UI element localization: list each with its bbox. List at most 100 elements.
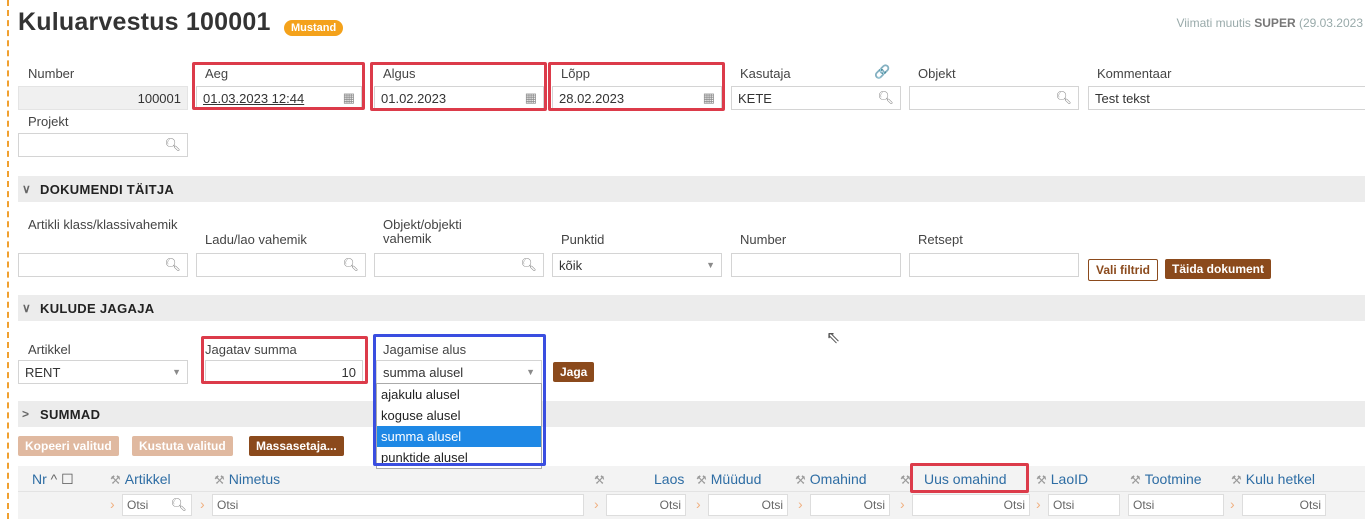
number-field: 100001 — [18, 86, 188, 110]
filter-kulu-hetkel[interactable]: Otsi — [1242, 494, 1326, 516]
filter-muudud[interactable]: Otsi — [708, 494, 788, 516]
filter-laoid[interactable]: Otsi — [1048, 494, 1120, 516]
wrench-icon: ⚒ — [1231, 473, 1242, 487]
section-title: DOKUMENDI TÄITJA — [40, 181, 175, 197]
wrench-icon: ⚒ — [696, 473, 707, 487]
wrench-icon: ⚒ — [110, 473, 121, 487]
col-laos[interactable]: Laos — [654, 471, 684, 487]
filter-artikkel[interactable]: Otsi 🔍︎ — [122, 494, 192, 516]
number-filter-label: Number — [740, 232, 787, 247]
kopeeri-valitud-button[interactable]: Kopeeri valitud — [18, 436, 119, 456]
wrench-icon: ⚒ — [214, 473, 225, 487]
taida-dokument-button[interactable]: Täida dokument — [1165, 259, 1272, 279]
kommentaar-label: Kommentaar — [1097, 66, 1172, 81]
ladu-label: Ladu/lao vahemik — [205, 232, 307, 247]
ladu-field[interactable]: 🔍︎ — [196, 253, 366, 277]
artikkel-select[interactable]: RENT ▼ — [18, 360, 188, 384]
chevron-right-icon: › — [798, 496, 803, 512]
massasetaja-button[interactable]: Massasetaja... — [249, 436, 344, 456]
col-laoid[interactable]: ⚒ LaoID — [1036, 471, 1088, 487]
search-icon[interactable]: 🔍︎ — [170, 497, 187, 513]
last-modified-info: Viimati muutis SUPER (29.03.2023 — [1176, 16, 1363, 30]
jagatav-highlight — [201, 336, 368, 384]
grid-filter-row: › Otsi 🔍︎ › Otsi › Otsi › Otsi › Otsi › O… — [18, 492, 1365, 519]
filter-uus-omahind[interactable]: Otsi — [912, 494, 1030, 516]
objekt-vahemik-label: Objekt/objekti vahemik — [383, 217, 462, 246]
chevron-right-icon: › — [1036, 496, 1041, 512]
objekt-vahemik-field[interactable]: 🔍︎ — [374, 253, 544, 277]
artikli-klass-field[interactable]: 🔍︎ — [18, 253, 188, 277]
section-title: SUMMAD — [40, 406, 101, 422]
vali-filtrid-button[interactable]: Vali filtrid — [1088, 259, 1159, 281]
section-title: KULUDE JAGAJA — [40, 300, 155, 316]
projekt-label: Projekt — [28, 114, 69, 129]
kasutaja-value: KETE — [738, 90, 772, 106]
grid-header: Nr ^ ☐ ⚒ Artikkel ⚒ Nimetus ⚒ Laos ⚒ Müüdud… — [18, 466, 1365, 492]
jaga-button[interactable]: Jaga — [553, 362, 595, 382]
objekt-label: Objekt — [918, 66, 956, 81]
col-omahind[interactable]: ⚒ Omahind — [795, 471, 867, 487]
chevron-right-icon: › — [900, 496, 905, 512]
left-edge-marker — [7, 0, 9, 519]
section-dokumendi-taitja[interactable]: ∨ DOKUMENDI TÄITJA — [18, 176, 1365, 202]
artikli-label: Artikli klass/klassivahemik — [28, 217, 178, 232]
chevron-down-icon: ∨ — [22, 182, 32, 196]
col-kulu-hetkel[interactable]: ⚒ Kulu hetkel — [1231, 471, 1315, 487]
kasutaja-field[interactable]: KETE 🔍︎ — [731, 86, 901, 110]
chevron-right-icon: › — [1230, 496, 1235, 512]
col-muudud[interactable]: ⚒ Müüdud — [696, 471, 761, 487]
search-icon[interactable]: 🔍︎ — [164, 137, 181, 153]
wrench-icon: ⚒ — [1036, 473, 1047, 487]
filter-omahind[interactable]: Otsi — [810, 494, 890, 516]
col-artikkel[interactable]: ⚒ Artikkel — [110, 471, 171, 487]
retsept-field[interactable] — [909, 253, 1079, 277]
search-icon[interactable]: 🔍︎ — [164, 257, 181, 273]
artikkel-value: RENT — [25, 364, 61, 380]
filter-tootmine[interactable]: Otsi — [1128, 494, 1224, 516]
link-icon[interactable]: 🔗 — [874, 64, 890, 80]
retsept-label: Retsept — [918, 232, 963, 247]
col-nimetus[interactable]: ⚒ Nimetus — [214, 471, 280, 487]
number-value: 100001 — [137, 90, 181, 106]
search-icon[interactable]: 🔍︎ — [520, 257, 537, 273]
filter-laos[interactable]: Otsi — [606, 494, 686, 516]
col-tootmine[interactable]: ⚒ Tootmine — [1130, 471, 1202, 487]
kommentaar-field[interactable]: Test tekst — [1088, 86, 1365, 110]
mouse-cursor-icon: ⇖ — [826, 328, 841, 347]
search-icon[interactable]: 🔍︎ — [877, 90, 894, 106]
number-label: Number — [28, 66, 75, 81]
dropdown-arrow-icon: ▼ — [706, 260, 715, 270]
punktid-value: kõik — [559, 257, 583, 273]
punktid-label: Punktid — [561, 232, 605, 247]
uus-omahind-highlight — [910, 463, 1029, 493]
page-title: Kuluarvestus 100001 — [18, 8, 271, 36]
chevron-right-icon: › — [696, 496, 701, 512]
wrench-icon: ⚒ — [594, 473, 605, 487]
status-badge: Mustand — [284, 20, 344, 36]
artikkel-label: Artikkel — [28, 342, 71, 357]
wrench-icon: ⚒ — [795, 473, 806, 487]
wrench-icon: ⚒ — [1130, 473, 1141, 487]
col-nr[interactable]: Nr ^ ☐ — [32, 471, 74, 488]
search-icon[interactable]: 🔍︎ — [1055, 90, 1072, 106]
chevron-right-icon: › — [200, 496, 205, 512]
lopp-highlight — [548, 62, 725, 111]
chevron-right-icon: › — [594, 496, 599, 512]
section-summad[interactable]: > SUMMAD — [18, 401, 1365, 427]
punktid-select[interactable]: kõik ▼ — [552, 253, 722, 277]
chevron-right-icon: > — [22, 407, 30, 421]
filter-nimetus[interactable]: Otsi — [212, 494, 584, 516]
dropdown-arrow-icon: ▼ — [172, 367, 181, 377]
algus-highlight — [370, 62, 547, 111]
kasutaja-label: Kasutaja — [740, 66, 791, 81]
kustuta-valitud-button[interactable]: Kustuta valitud — [132, 436, 233, 456]
objekt-field[interactable]: 🔍︎ — [909, 86, 1079, 110]
number-filter-field[interactable] — [731, 253, 901, 277]
search-icon[interactable]: 🔍︎ — [342, 257, 359, 273]
aeg-highlight — [192, 62, 365, 110]
projekt-field[interactable]: 🔍︎ — [18, 133, 188, 157]
chevron-right-icon: › — [110, 496, 115, 512]
kommentaar-value: Test tekst — [1095, 90, 1150, 106]
jagamise-alus-highlight — [373, 334, 546, 466]
section-kulude-jagaja[interactable]: ∨ KULUDE JAGAJA — [18, 295, 1365, 321]
